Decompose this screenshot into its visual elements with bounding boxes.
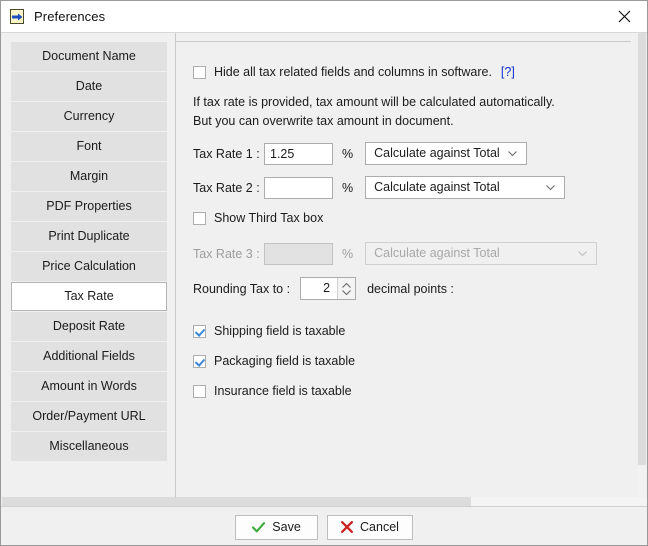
shipping-taxable-row: Shipping field is taxable — [193, 324, 345, 338]
shipping-taxable-checkbox[interactable] — [193, 324, 206, 338]
tax-rate-2-mode-value: Calculate against Total — [374, 180, 500, 194]
rounding-decimals-value: 2 — [323, 281, 331, 295]
rounding-tax-row: Rounding Tax to : 2 decimal points: — [193, 277, 454, 300]
close-button[interactable] — [602, 1, 647, 32]
tax-rate-3-input — [264, 242, 333, 265]
sidebar-item-document-name[interactable]: Document Name — [11, 42, 167, 71]
vertical-scrollbar-thumb[interactable] — [638, 33, 646, 465]
tax-rate-1-row: Tax Rate 1 : % Calculate against Total — [193, 142, 528, 165]
tax-rate-2-input[interactable] — [264, 176, 333, 199]
chevron-down-icon — [578, 251, 588, 257]
horizontal-scrollbar-thumb[interactable] — [2, 497, 471, 506]
tax-rate-1-label: Tax Rate 1 : — [193, 146, 260, 161]
shipping-taxable-label: Shipping field is taxable — [214, 324, 346, 338]
show-third-tax-label: Show Third Tax box — [214, 211, 324, 225]
save-button[interactable]: Save — [235, 514, 319, 540]
hide-tax-fields-row: Hide all tax related fields and columns … — [193, 65, 515, 79]
tax-rate-3-row: Tax Rate 3 : % Calculate against Total — [193, 242, 598, 265]
chevron-down-icon — [508, 151, 518, 157]
sidebar-item-font[interactable]: Font — [11, 132, 167, 161]
sidebar-item-miscellaneous[interactable]: Miscellaneous — [11, 432, 167, 461]
chevron-down-icon — [342, 289, 351, 295]
tax-rate-2-label: Tax Rate 2 : — [193, 180, 260, 195]
rounding-tax-label: Rounding Tax to : — [193, 281, 291, 296]
packaging-taxable-label: Packaging field is taxable — [214, 354, 356, 368]
chevron-down-icon — [546, 185, 556, 191]
packaging-taxable-row: Packaging field is taxable — [193, 354, 355, 368]
hint-line-2: But you can overwrite tax amount in docu… — [193, 114, 454, 128]
window-title: Preferences — [34, 9, 106, 24]
sidebar-item-date[interactable]: Date — [11, 72, 167, 101]
title-bar: Preferences — [1, 1, 647, 32]
sidebar-item-deposit-rate[interactable]: Deposit Rate — [11, 312, 167, 341]
vertical-scrollbar[interactable] — [638, 33, 646, 497]
sidebar-item-additional-fields[interactable]: Additional Fields — [11, 342, 167, 371]
tax-rate-3-label: Tax Rate 3 : — [193, 246, 260, 261]
sidebar-item-pdf-properties[interactable]: PDF Properties — [11, 192, 167, 221]
settings-tab-list: Document Name Date Currency Font Margin … — [2, 33, 176, 497]
show-third-tax-row: Show Third Tax box — [193, 211, 323, 225]
dialog-footer: Save Cancel — [1, 506, 647, 545]
close-icon — [618, 10, 631, 23]
hint-line-1: If tax rate is provided, tax amount will… — [193, 95, 555, 109]
tax-rate-3-mode-value: Calculate against Total — [374, 246, 500, 260]
sidebar-item-price-calculation[interactable]: Price Calculation — [11, 252, 167, 281]
hide-tax-fields-label: Hide all tax related fields and columns … — [214, 65, 492, 79]
check-icon — [252, 521, 266, 532]
tax-rate-2-row: Tax Rate 2 : % Calculate against Total — [193, 176, 566, 199]
insurance-taxable-checkbox[interactable] — [193, 384, 206, 398]
tax-rate-1-percent-sign: % — [342, 146, 354, 161]
save-button-label: Save — [272, 520, 301, 534]
sidebar-item-tax-rate[interactable]: Tax Rate — [11, 282, 167, 311]
show-third-tax-checkbox[interactable] — [193, 211, 206, 225]
preferences-dialog: Preferences Document Name Date Currency … — [0, 0, 648, 546]
chevron-up-icon — [342, 282, 351, 288]
tax-rate-1-input[interactable] — [264, 142, 333, 165]
tax-rate-1-mode-value: Calculate against Total — [374, 146, 500, 160]
export-document-icon — [10, 8, 26, 25]
sidebar-item-currency[interactable]: Currency — [11, 102, 167, 131]
tax-rate-3-mode-dropdown: Calculate against Total — [365, 242, 598, 265]
help-link[interactable]: [?] — [501, 65, 515, 79]
sidebar-item-margin[interactable]: Margin — [11, 162, 167, 191]
sidebar-item-print-duplicate[interactable]: Print Duplicate — [11, 222, 167, 251]
tax-rate-panel-inner: Hide all tax related fields and columns … — [176, 41, 631, 490]
tax-rate-3-percent-sign: % — [342, 246, 354, 261]
insurance-taxable-row: Insurance field is taxable — [193, 384, 352, 398]
sidebar-item-amount-in-words[interactable]: Amount in Words — [11, 372, 167, 401]
rounding-tax-suffix: decimal points : — [367, 281, 454, 296]
horizontal-scrollbar[interactable] — [2, 497, 647, 506]
cross-icon — [341, 521, 353, 533]
tax-rate-2-percent-sign: % — [342, 180, 354, 195]
rounding-decimals-stepper[interactable]: 2 — [300, 277, 357, 300]
tax-rate-1-mode-dropdown[interactable]: Calculate against Total — [365, 142, 528, 165]
rounding-decimals-buttons[interactable] — [337, 278, 356, 299]
cancel-button[interactable]: Cancel — [327, 514, 413, 540]
insurance-taxable-label: Insurance field is taxable — [214, 384, 352, 398]
tax-rate-panel: Hide all tax related fields and columns … — [176, 33, 639, 497]
dialog-body: Document Name Date Currency Font Margin … — [1, 33, 647, 497]
sidebar-item-order-payment-url[interactable]: Order/Payment URL — [11, 402, 167, 431]
packaging-taxable-checkbox[interactable] — [193, 354, 206, 368]
tax-rate-2-mode-dropdown[interactable]: Calculate against Total — [365, 176, 566, 199]
cancel-button-label: Cancel — [360, 520, 399, 534]
hide-tax-fields-checkbox[interactable] — [193, 65, 206, 79]
